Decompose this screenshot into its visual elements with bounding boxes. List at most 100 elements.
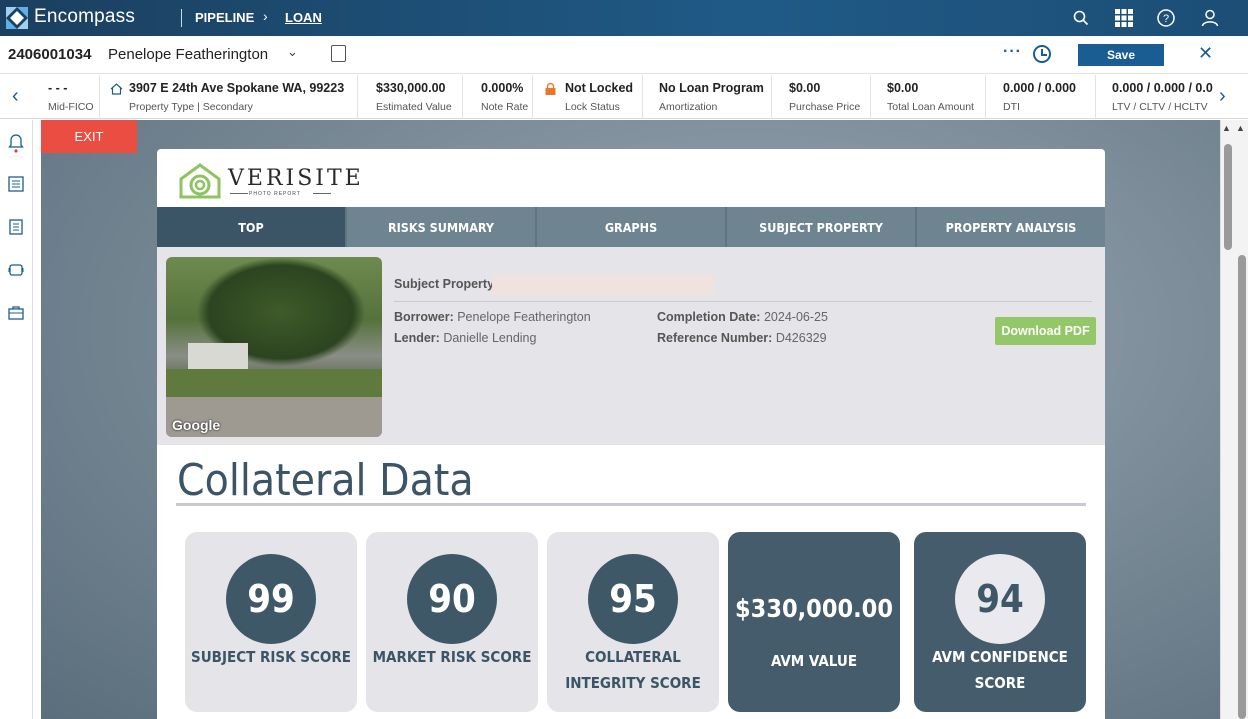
tab-subject-property[interactable]: SUBJECT PROPERTY xyxy=(727,207,917,247)
info-value: 3907 E 24th Ave Spokane WA, 99223 xyxy=(129,81,345,95)
info-note-rate[interactable]: 0.000% Note Rate xyxy=(463,75,533,119)
info-value: Not Locked xyxy=(565,81,634,95)
borrower-meta: Borrower: Penelope Featherington xyxy=(394,310,591,324)
info-mid-fico[interactable]: - - - Mid-FICO xyxy=(38,75,100,119)
lender-meta: Lender: Danielle Lending xyxy=(394,331,536,345)
contact-card-icon[interactable] xyxy=(331,45,346,62)
help-icon[interactable]: ? xyxy=(1156,8,1176,28)
notification-bell-icon[interactable] xyxy=(8,133,24,153)
info-label: DTI xyxy=(1003,101,1020,113)
verisite-brand: VERISITE xyxy=(228,166,364,191)
history-clock-icon[interactable] xyxy=(1033,45,1051,63)
subject-property-label: Subject Property: xyxy=(394,277,499,291)
info-amortization[interactable]: No Loan Program Amortization xyxy=(643,75,772,119)
reference-value: D426329 xyxy=(775,331,827,345)
lender-value: Danielle Lending xyxy=(443,331,537,345)
strip-next-chevron-icon[interactable]: › xyxy=(1219,85,1226,108)
verisite-subbrand: PHOTO REPORT xyxy=(249,191,301,197)
home-icon xyxy=(110,82,123,95)
borrower-chevron-down-icon[interactable]: ⌄ xyxy=(287,44,298,60)
completion-label: Completion Date: xyxy=(657,310,761,324)
left-sidebar xyxy=(0,120,33,719)
tab-property-analysis[interactable]: PROPERTY ANALYSIS xyxy=(917,207,1105,247)
apps-grid-icon[interactable] xyxy=(1114,8,1134,28)
strip-prev-chevron-icon[interactable]: ‹ xyxy=(12,85,19,108)
tab-top[interactable]: TOP xyxy=(157,207,347,247)
briefcase-icon[interactable] xyxy=(8,305,24,321)
search-icon[interactable] xyxy=(1071,8,1091,28)
info-label: Lock Status xyxy=(565,101,620,113)
more-options-icon[interactable]: ··· xyxy=(1003,43,1022,61)
completion-meta: Completion Date: 2024-06-25 xyxy=(657,310,828,324)
photo-credit: Google xyxy=(172,417,221,433)
info-ltv[interactable]: 0.000 / 0.000 / 0.0 LTV / CLTV / HCLTV xyxy=(1096,75,1214,119)
score-value: 99 xyxy=(226,554,316,644)
reference-label: Reference Number: xyxy=(657,331,773,345)
info-label: Note Rate xyxy=(481,101,529,113)
info-lock-status[interactable]: Not Locked Lock Status xyxy=(533,75,643,119)
documents-icon[interactable] xyxy=(8,219,24,235)
scroll-up-arrow-icon[interactable]: ▲ xyxy=(1222,123,1231,133)
avm-confidence-card: 94 AVM CONFIDENCE SCORE xyxy=(914,532,1086,712)
download-pdf-button[interactable]: Download PDF xyxy=(995,317,1096,345)
info-label: Mid-FICO xyxy=(48,101,94,113)
section-title: Collateral Data xyxy=(177,455,474,506)
scroll-up-arrow-icon[interactable]: ▲ xyxy=(1236,123,1245,133)
info-dti[interactable]: 0.000 / 0.000 DTI xyxy=(986,75,1096,119)
loan-header: 2406001034 Penelope Featherington ⌄ ··· … xyxy=(0,36,1248,74)
collateral-integrity-card: 95 COLLATERAL INTEGRITY SCORE xyxy=(547,532,719,712)
info-label: Property Type | Secondary xyxy=(129,101,253,113)
lender-label: Lender: xyxy=(394,331,440,345)
vertical-scrollbar[interactable]: ▲ ▲ xyxy=(1220,120,1248,719)
main-content: EXIT VERISITE PHOTO REPORT TOP RISKS SUM… xyxy=(41,120,1220,719)
completion-value: 2024-06-25 xyxy=(763,310,828,324)
verisite-report: VERISITE PHOTO REPORT TOP RISKS SUMMARY … xyxy=(157,149,1105,719)
score-label: SUBJECT RISK SCORE xyxy=(191,648,351,666)
exit-button[interactable]: EXIT xyxy=(41,120,137,153)
tab-graphs[interactable]: GRAPHS xyxy=(537,207,727,247)
info-total-loan-amount[interactable]: $0.00 Total Loan Amount xyxy=(871,75,986,119)
subject-panel: Google Subject Property: Borrower: Penel… xyxy=(157,247,1105,445)
info-value: 0.000% xyxy=(481,81,524,95)
tab-risks-summary[interactable]: RISKS SUMMARY xyxy=(347,207,537,247)
nav-divider xyxy=(181,9,182,27)
svg-text:?: ? xyxy=(1163,13,1169,25)
info-label: Estimated Value xyxy=(376,101,452,113)
scroll-thumb[interactable] xyxy=(1224,144,1232,250)
score-label: AVM CONFIDENCE xyxy=(932,648,1068,666)
forms-list-icon[interactable] xyxy=(8,176,24,192)
reference-meta: Reference Number: D426329 xyxy=(657,331,827,345)
section-rule xyxy=(176,503,1086,506)
score-value: 90 xyxy=(407,554,497,644)
encompass-logo-icon xyxy=(6,7,28,29)
report-tabs: TOP RISKS SUMMARY GRAPHS SUBJECT PROPERT… xyxy=(157,207,1105,247)
market-risk-card: 90 MARKET RISK SCORE xyxy=(366,532,538,712)
close-icon[interactable]: ✕ xyxy=(1198,43,1213,64)
breadcrumb-chevron-icon: › xyxy=(263,8,268,24)
info-label: Total Loan Amount xyxy=(887,101,974,113)
score-label: COLLATERAL xyxy=(585,648,681,666)
brand-rule xyxy=(230,193,248,194)
breadcrumb-loan[interactable]: LOAN xyxy=(285,10,322,25)
borrower-name[interactable]: Penelope Featherington xyxy=(108,46,268,63)
info-value: - - - xyxy=(48,81,68,95)
info-property[interactable]: 3907 E 24th Ave Spokane WA, 99223 Proper… xyxy=(100,75,358,119)
borrower-value: Penelope Featherington xyxy=(457,310,591,324)
scroll-thumb[interactable] xyxy=(1238,255,1246,719)
save-button[interactable]: Save xyxy=(1078,44,1164,66)
photo-lawn xyxy=(166,369,382,399)
borrower-label: Borrower: xyxy=(394,310,454,324)
score-label: INTEGRITY SCORE xyxy=(565,674,701,692)
breadcrumb-pipeline[interactable]: PIPELINE xyxy=(195,10,254,25)
services-icon[interactable] xyxy=(8,262,24,278)
subject-property-value xyxy=(492,275,714,295)
info-value: 0.000 / 0.000 xyxy=(1003,81,1076,95)
info-label: Amortization xyxy=(659,101,718,113)
user-profile-icon[interactable] xyxy=(1200,8,1220,28)
property-photo: Google xyxy=(166,257,382,437)
info-estimated-value[interactable]: $330,000.00 Estimated Value xyxy=(358,75,463,119)
score-label: AVM VALUE xyxy=(770,652,858,670)
score-value: 95 xyxy=(588,554,678,644)
info-purchase-price[interactable]: $0.00 Purchase Price xyxy=(772,75,871,119)
subject-risk-card: 99 SUBJECT RISK SCORE xyxy=(185,532,357,712)
